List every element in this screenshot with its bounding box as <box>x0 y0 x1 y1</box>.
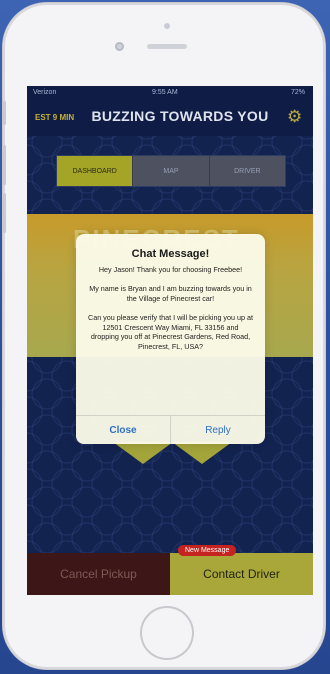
bottom-actions: Cancel Pickup Contact Driver <box>27 553 313 595</box>
cancel-pickup-button[interactable]: Cancel Pickup <box>27 553 170 595</box>
mute-switch <box>3 101 6 125</box>
gear-icon[interactable]: ⚙ <box>287 108 303 125</box>
sensor-dot <box>164 23 170 29</box>
app-screen: Verizon 9:55 AM 72% EST 9 MIN BUZZING TO… <box>27 86 313 595</box>
dialog-title: Chat Message! <box>131 248 210 260</box>
tab-driver[interactable]: DRIVER <box>209 156 285 186</box>
volume-up-button <box>3 145 6 185</box>
contact-driver-button[interactable]: Contact Driver <box>170 553 313 595</box>
chevron-down-icon <box>172 442 232 464</box>
tab-bar: DASHBOARD MAP DRIVER <box>56 155 286 187</box>
clock: 9:55 AM <box>152 89 178 96</box>
chevron-down-icon <box>113 442 173 464</box>
home-button[interactable] <box>140 606 194 660</box>
eta-label: EST 9 MIN <box>35 113 75 122</box>
close-button[interactable]: Close <box>76 416 171 444</box>
battery-level: 72% <box>290 89 305 96</box>
top-bar: EST 9 MIN BUZZING TOWARDS YOU ⚙ <box>27 100 313 136</box>
tab-dashboard[interactable]: DASHBOARD <box>57 156 134 186</box>
reply-button[interactable]: Reply <box>171 416 265 444</box>
page-title: BUZZING TOWARDS YOU <box>91 108 269 124</box>
front-camera <box>115 42 124 51</box>
phone-frame: Verizon 9:55 AM 72% EST 9 MIN BUZZING TO… <box>3 3 325 669</box>
carrier: Verizon <box>33 89 57 96</box>
earpiece <box>147 44 187 49</box>
new-message-badge: New Message <box>178 545 237 556</box>
volume-down-button <box>3 193 6 233</box>
chat-message-dialog: Chat Message! Hey Jason! Thank you for c… <box>76 234 265 444</box>
tab-map[interactable]: MAP <box>133 156 210 186</box>
dialog-actions: Close Reply <box>76 415 265 444</box>
dialog-message: Hey Jason! Thank you for choosing Freebe… <box>88 265 254 351</box>
status-bar: Verizon 9:55 AM 72% <box>27 86 313 100</box>
